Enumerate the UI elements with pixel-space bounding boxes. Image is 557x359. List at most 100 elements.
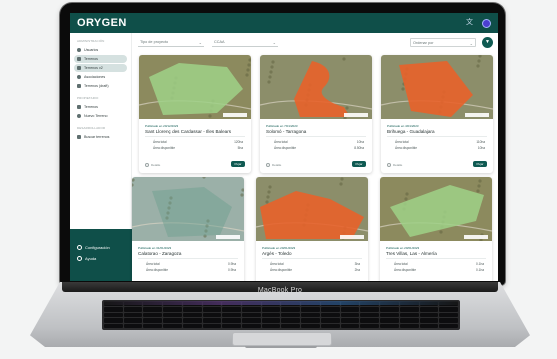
sidebar-item-usuarios[interactable]: Usuarios: [74, 46, 127, 54]
sidebar-item-terrenos-v2[interactable]: Terrenos v2: [74, 64, 127, 72]
user-avatar[interactable]: [482, 18, 491, 28]
keyboard-key: [143, 307, 163, 312]
sidebar-item-asociaciones[interactable]: Asociaciones: [74, 73, 127, 81]
divider: [266, 136, 366, 137]
sidebar-item-terrenos[interactable]: Terrenos: [74, 55, 127, 63]
keyboard-key: [104, 307, 123, 312]
keyboard-key: [380, 323, 399, 328]
area-total-value: 120ha: [234, 140, 243, 144]
area-available-row: Área disponible 2ha: [270, 268, 360, 272]
area-available-value: 8.50ha: [354, 146, 364, 150]
keyboard-key: [419, 312, 439, 318]
keyboard-key: [399, 312, 419, 318]
keyboard-key: [320, 318, 340, 323]
land-card[interactable]: Publicado en 20/01/2023 Tres Villas, Las…: [380, 177, 492, 281]
chevron-down-icon: ⌄: [272, 40, 276, 45]
keyboard-key: [123, 307, 143, 312]
filter-button[interactable]: ▼: [482, 37, 493, 48]
area-available-row: Área disponible 10ha: [395, 146, 485, 150]
keyboard-key: [320, 323, 340, 328]
detail-button[interactable]: Detalle: [266, 163, 281, 167]
card-image: [256, 177, 368, 241]
keyboard-key: [399, 323, 419, 328]
keyboard-key: [123, 318, 143, 323]
keyboard-key: [182, 318, 202, 323]
language-icon[interactable]: 文: [466, 19, 474, 27]
area-total-label: Área total: [146, 262, 160, 266]
parcel-aerial-image: [139, 55, 251, 119]
area-available-row: Área disponible 0.1ha: [394, 268, 484, 272]
card-title: Tres Villas, Las - Almería: [386, 251, 437, 256]
sidebar-item-terrenos-draft[interactable]: Terrenos (draft): [74, 82, 127, 90]
map-attribution: [340, 235, 364, 239]
parcel-aerial-image: [256, 177, 368, 241]
divider: [262, 258, 362, 259]
sidebar-item-buscar-terrenos[interactable]: Buscar terrenos: [74, 133, 127, 141]
bid-button[interactable]: Pujar: [352, 161, 366, 167]
keyboard-key: [340, 312, 360, 318]
divider: [145, 136, 245, 137]
land-card[interactable]: Publicado en 7/01/2023 Solomó - Tarragon…: [260, 55, 372, 173]
keyboard-key: [143, 318, 163, 323]
land-card[interactable]: Publicado en 4/01/2023 Brihuega - Guadal…: [381, 55, 493, 173]
keyboard-key: [281, 318, 301, 323]
card-image: [260, 55, 372, 119]
keyboard-key: [301, 312, 320, 318]
keyboard-key: [182, 323, 202, 328]
land-card[interactable]: Publicado en 31/01/2023 Calatorao - Zara…: [132, 177, 244, 281]
settings-link[interactable]: Configuración: [74, 242, 128, 252]
top-bar: ORYGEN 文: [70, 13, 498, 33]
detail-button[interactable]: Detalle: [387, 163, 402, 167]
sidebar-item-nuevo-terreno[interactable]: Nuevo Terreno: [74, 112, 127, 120]
card-title: Brihuega - Guadalajara: [387, 129, 435, 134]
user-icon: [77, 48, 81, 52]
keyboard-key: [320, 307, 340, 312]
keyboard-key: [163, 312, 182, 318]
keyboard-key: [399, 318, 419, 323]
land-card[interactable]: Publicado en 20/12/2023 Sant Llorenç des…: [139, 55, 251, 173]
keyboard-key: [301, 323, 320, 328]
sidebar-item-owner-terrenos[interactable]: Terrenos: [74, 103, 127, 111]
parcel-aerial-image: [260, 55, 372, 119]
keyboard-key: [261, 323, 281, 328]
land-icon: [77, 84, 81, 88]
map-attribution: [344, 113, 368, 117]
front-notch: [245, 346, 317, 348]
help-link[interactable]: Ayuda: [74, 253, 128, 263]
area-total-value: 110ha: [476, 140, 485, 144]
area-total-label: Área total: [153, 140, 167, 144]
land-card[interactable]: Publicado en 20/01/2023 Argés - Toledo Á…: [256, 177, 368, 281]
chevron-down-icon: ⌄: [469, 41, 473, 46]
ccaa-select[interactable]: CCAA ⌄: [212, 38, 278, 47]
keyboard-key: [439, 307, 458, 312]
keyboard-key: [340, 307, 360, 312]
order-select[interactable]: Ordenar por ⌄: [410, 38, 476, 47]
keyboard-key: [281, 312, 301, 318]
card-image: [380, 177, 492, 241]
card-image: [381, 55, 493, 119]
area-total-row: Área total 120ha: [153, 140, 243, 144]
published-date: Publicado en 31/01/2023: [138, 246, 172, 250]
keyboard-key: [419, 318, 439, 323]
map-attribution: [465, 113, 489, 117]
keyboard-key: [380, 318, 399, 323]
app-logo[interactable]: ORYGEN: [77, 17, 127, 29]
keyboard-key: [242, 323, 261, 328]
area-available-label: Área disponible: [274, 146, 296, 150]
project-type-select[interactable]: Tipo de proyecto ⌄: [138, 38, 204, 47]
area-total-label: Área total: [274, 140, 288, 144]
keyboard-key: [222, 323, 242, 328]
bid-button[interactable]: Pujar: [231, 161, 245, 167]
help-label: Ayuda: [85, 255, 97, 261]
divider: [386, 258, 486, 259]
detail-button[interactable]: Detalle: [145, 163, 160, 167]
area-available-value: 5ha: [237, 146, 243, 150]
help-icon: [77, 255, 82, 261]
card-title: Calatorao - Zaragoza: [138, 251, 182, 256]
sidebar-item-label: Terrenos v2: [84, 66, 103, 70]
bid-button[interactable]: Pujar: [473, 161, 487, 167]
sidebar-item-label: Terrenos: [84, 105, 98, 109]
area-available-label: Área disponible: [270, 268, 292, 272]
area-total-label: Área total: [395, 140, 409, 144]
keyboard-key: [419, 323, 439, 328]
